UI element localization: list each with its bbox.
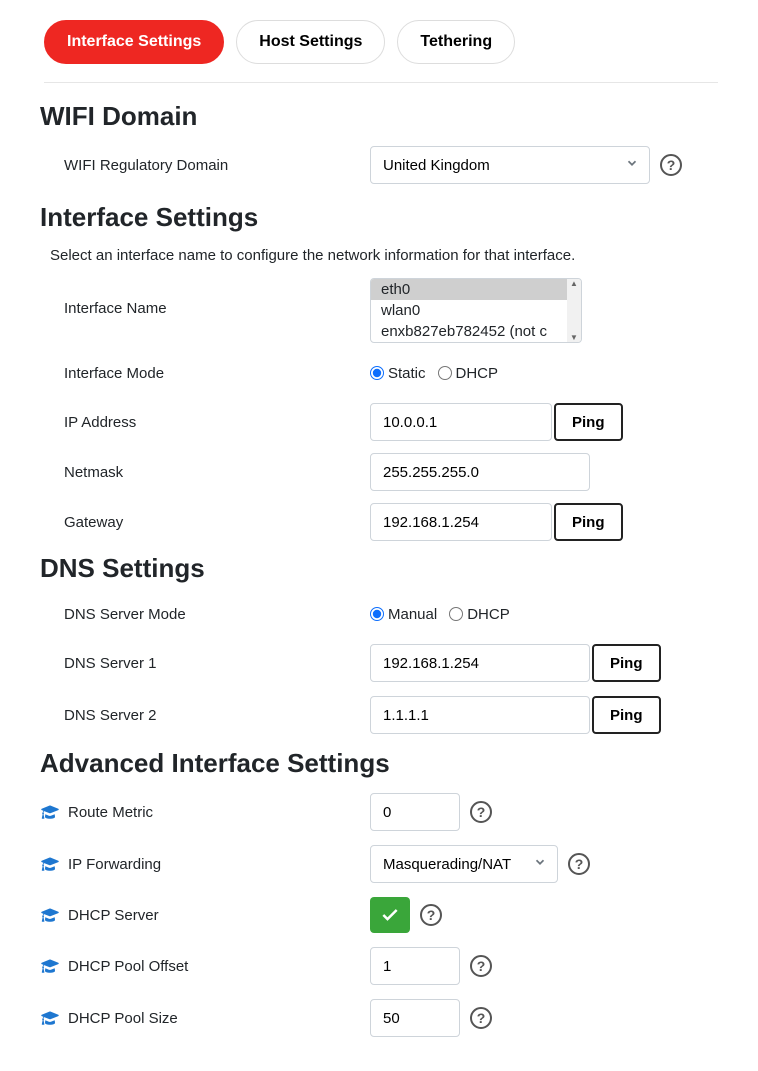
interface-mode-label: Interface Mode bbox=[40, 365, 370, 382]
help-icon[interactable]: ? bbox=[470, 801, 492, 823]
graduation-cap-icon bbox=[40, 907, 60, 923]
netmask-label: Netmask bbox=[40, 464, 370, 481]
ip-address-input[interactable] bbox=[370, 403, 552, 441]
dhcp-pool-offset-input[interactable] bbox=[370, 947, 460, 985]
dns2-label: DNS Server 2 bbox=[40, 707, 370, 724]
route-metric-label: Route Metric bbox=[68, 804, 153, 821]
graduation-cap-icon bbox=[40, 856, 60, 872]
dns-mode-label: DNS Server Mode bbox=[40, 606, 370, 623]
advanced-heading: Advanced Interface Settings bbox=[40, 748, 718, 779]
dhcp-server-label: DHCP Server bbox=[68, 907, 159, 924]
dns-mode-manual-radio[interactable] bbox=[370, 607, 384, 621]
dns1-ping-button[interactable]: Ping bbox=[592, 644, 661, 682]
tab-host-settings[interactable]: Host Settings bbox=[236, 20, 385, 64]
dns-mode-manual-label[interactable]: Manual bbox=[370, 606, 437, 623]
interface-option-wlan0[interactable]: wlan0 bbox=[371, 300, 567, 321]
netmask-input[interactable] bbox=[370, 453, 590, 491]
checkmark-icon bbox=[380, 905, 400, 925]
interface-mode-static-label[interactable]: Static bbox=[370, 365, 426, 382]
help-icon[interactable]: ? bbox=[470, 955, 492, 977]
help-icon[interactable]: ? bbox=[660, 154, 682, 176]
graduation-cap-icon bbox=[40, 1010, 60, 1026]
interface-settings-heading: Interface Settings bbox=[40, 202, 718, 233]
interface-settings-subtext: Select an interface name to configure th… bbox=[50, 247, 718, 264]
dns2-ping-button[interactable]: Ping bbox=[592, 696, 661, 734]
help-icon[interactable]: ? bbox=[470, 1007, 492, 1029]
ip-forwarding-label: IP Forwarding bbox=[68, 856, 161, 873]
wifi-regulatory-domain-select[interactable]: United Kingdom bbox=[371, 147, 649, 183]
dhcp-pool-size-input[interactable] bbox=[370, 999, 460, 1037]
interface-name-listbox[interactable]: eth0 wlan0 enxb827eb782452 (not c ▲▼ bbox=[370, 278, 582, 343]
route-metric-input[interactable] bbox=[370, 793, 460, 831]
interface-name-label: Interface Name bbox=[40, 278, 370, 317]
interface-option-enx[interactable]: enxb827eb782452 (not c bbox=[371, 321, 567, 342]
ip-ping-button[interactable]: Ping bbox=[554, 403, 623, 441]
interface-mode-dhcp-radio[interactable] bbox=[438, 366, 452, 380]
dhcp-pool-offset-label: DHCP Pool Offset bbox=[68, 958, 188, 975]
dns-mode-dhcp-radio[interactable] bbox=[449, 607, 463, 621]
graduation-cap-icon bbox=[40, 958, 60, 974]
gateway-input[interactable] bbox=[370, 503, 552, 541]
tab-interface-settings[interactable]: Interface Settings bbox=[44, 20, 224, 64]
interface-option-eth0[interactable]: eth0 bbox=[371, 279, 567, 300]
tab-tethering[interactable]: Tethering bbox=[397, 20, 515, 64]
wifi-domain-heading: WIFI Domain bbox=[40, 101, 718, 132]
dhcp-pool-size-label: DHCP Pool Size bbox=[68, 1010, 178, 1027]
scrollbar[interactable]: ▲▼ bbox=[567, 279, 581, 342]
dns1-label: DNS Server 1 bbox=[40, 655, 370, 672]
interface-mode-static-radio[interactable] bbox=[370, 366, 384, 380]
ip-forwarding-select-wrap: Masquerading/NAT bbox=[370, 845, 558, 883]
dns-settings-heading: DNS Settings bbox=[40, 553, 718, 584]
gateway-ping-button[interactable]: Ping bbox=[554, 503, 623, 541]
wifi-regulatory-domain-select-wrap: United Kingdom bbox=[370, 146, 650, 184]
ip-forwarding-select[interactable]: Masquerading/NAT bbox=[371, 846, 557, 882]
interface-mode-dhcp-label[interactable]: DHCP bbox=[438, 365, 499, 382]
dns2-input[interactable] bbox=[370, 696, 590, 734]
help-icon[interactable]: ? bbox=[568, 853, 590, 875]
tab-bar: Interface Settings Host Settings Tetheri… bbox=[44, 20, 718, 83]
ip-address-label: IP Address bbox=[40, 414, 370, 431]
dns-mode-dhcp-label[interactable]: DHCP bbox=[449, 606, 510, 623]
dns1-input[interactable] bbox=[370, 644, 590, 682]
gateway-label: Gateway bbox=[40, 514, 370, 531]
wifi-regulatory-domain-label: WIFI Regulatory Domain bbox=[40, 157, 370, 174]
help-icon[interactable]: ? bbox=[420, 904, 442, 926]
graduation-cap-icon bbox=[40, 804, 60, 820]
dhcp-server-checkbox[interactable] bbox=[370, 897, 410, 933]
